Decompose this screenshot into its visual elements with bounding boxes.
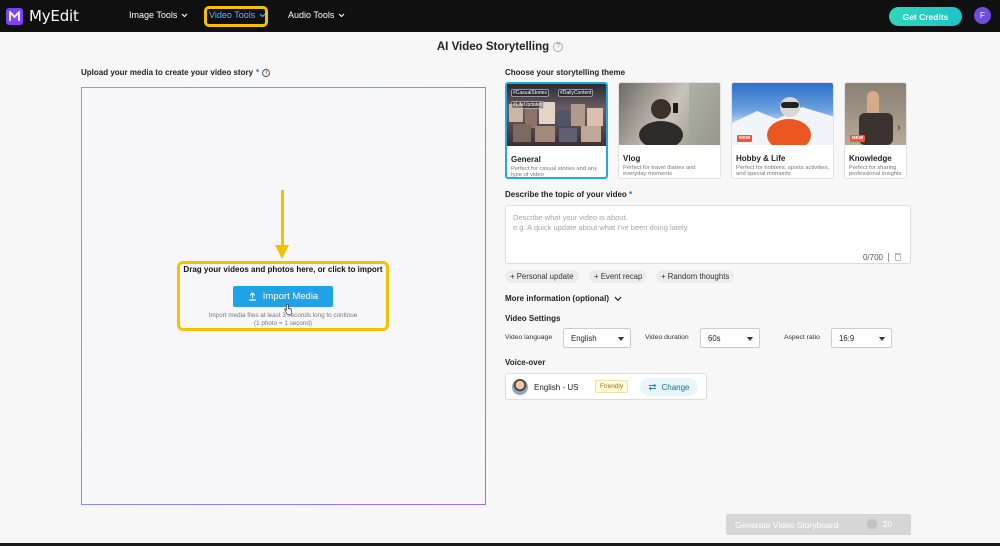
- video-language-label: Video language: [505, 334, 553, 341]
- vlog-photo: [639, 83, 720, 149]
- aspect-ratio-label: Aspect ratio: [784, 334, 820, 341]
- carousel-next-icon[interactable]: ›: [897, 122, 901, 134]
- nav-audio-tools[interactable]: Audio Tools: [288, 10, 345, 20]
- more-info-label: More information (optional): [505, 294, 609, 303]
- nav-audio-tools-label: Audio Tools: [288, 10, 335, 20]
- aspect-ratio-value: 16:9: [839, 333, 855, 343]
- theme-thumbnail-vlog: [619, 83, 720, 149]
- help-icon[interactable]: ?: [553, 41, 564, 52]
- theme-section-label: Choose your storytelling theme: [505, 68, 626, 77]
- annotation-arrow-shaft: [281, 190, 284, 248]
- required-mark: *: [256, 68, 260, 77]
- aspect-ratio-select[interactable]: 16:9: [831, 328, 892, 348]
- caret-down-icon: [879, 337, 885, 341]
- import-media-button[interactable]: Import Media: [233, 286, 333, 307]
- caret-down-icon: [747, 337, 753, 341]
- topic-section-label: Describe the topic of your video *: [505, 190, 632, 199]
- theme-tag: #CasualStories: [511, 89, 549, 97]
- chevron-down-icon: [338, 13, 345, 17]
- theme-description: Perfect for hobbies, sports activities, …: [736, 165, 830, 178]
- import-hint-line2: (1 photo = 1 second): [254, 320, 312, 327]
- brand-name: MyEdit: [29, 7, 79, 25]
- nav-image-tools[interactable]: Image Tools: [129, 10, 188, 20]
- theme-name: Hobby & Life: [736, 154, 786, 163]
- page-title-text: AI Video Storytelling: [436, 41, 550, 53]
- placeholder-line1: Describe what your video is about.: [513, 213, 628, 222]
- suggestion-chip-random-thoughts[interactable]: + Random thoughts: [656, 270, 735, 283]
- upload-icon: [248, 292, 256, 301]
- generate-label: Generate Video Storyboard: [735, 519, 839, 530]
- upload-label-text: Upload your media to create your video s…: [81, 68, 254, 77]
- swap-icon: [649, 383, 657, 391]
- import-hint-line1: Import media files at least 3 seconds lo…: [208, 312, 358, 319]
- required-mark: *: [629, 190, 633, 199]
- theme-tag: #DailyContent: [558, 89, 594, 97]
- video-duration-select[interactable]: 60s: [700, 328, 760, 348]
- voice-avatar: [512, 379, 528, 395]
- import-media-label: Import Media: [262, 291, 319, 302]
- suggestion-chip-event-recap[interactable]: + Event recap: [589, 270, 648, 283]
- hand-cursor-icon: [284, 304, 292, 315]
- theme-name: General: [511, 155, 541, 164]
- brand-logo[interactable]: MyEdit: [6, 7, 79, 25]
- video-language-select[interactable]: English: [563, 328, 631, 348]
- nav-image-tools-label: Image Tools: [129, 10, 178, 20]
- theme-card-hobby-life[interactable]: NEW Hobby & Life Perfect for hobbies, sp…: [731, 82, 834, 179]
- credit-coin-icon: [867, 519, 877, 529]
- placeholder-line2: e.g. A quick update about what I've been…: [513, 223, 690, 232]
- theme-thumbnail-hobby-life: NEW: [732, 83, 833, 151]
- page-title: AI Video Storytelling?: [0, 41, 1000, 53]
- theme-description: Perfect for sharing professional insight…: [849, 165, 902, 178]
- video-duration-label: Video duration: [645, 334, 689, 341]
- voice-name: English - US: [534, 383, 579, 392]
- theme-tag: #LifeUpdates: [511, 101, 545, 109]
- theme-description: Perfect for travel diaries and everyday …: [623, 165, 696, 178]
- get-credits-button[interactable]: Get Credits: [889, 7, 962, 26]
- new-badge: NEW: [850, 135, 866, 142]
- caret-down-icon: [618, 337, 624, 341]
- theme-card-general[interactable]: #CasualStories #DailyContent #LifeUpdate…: [505, 82, 608, 179]
- topic-textarea[interactable]: Describe what your video is about. e.g. …: [505, 205, 911, 264]
- chevron-down-icon: [181, 13, 188, 17]
- suggestion-chip-personal-update[interactable]: + Personal update: [505, 270, 579, 283]
- voice-over-card: English - US Friendly Change: [505, 373, 707, 400]
- annotation-highlight-video-tools: [204, 6, 268, 27]
- info-icon[interactable]: i: [262, 68, 271, 77]
- dropzone-instructions: Drag your videos and photos here, or cli…: [183, 265, 383, 274]
- more-information-toggle[interactable]: More information (optional): [505, 294, 622, 303]
- theme-thumbnail-knowledge: NEW: [845, 83, 906, 145]
- change-voice-label: Change: [661, 382, 690, 392]
- myedit-logo-icon: [6, 7, 23, 25]
- generate-storyboard-button[interactable]: Generate Video Storyboard 20: [726, 514, 911, 535]
- top-navigation-bar: MyEdit Image Tools Video Tools Audio Too…: [0, 0, 1000, 32]
- theme-description: Perfect for casual stories and any type …: [511, 166, 598, 179]
- chevron-down-icon: [614, 296, 622, 301]
- divider: [888, 253, 889, 262]
- voice-style-badge: Friendly: [595, 380, 629, 393]
- import-hint: Import media files at least 3 seconds lo…: [177, 312, 389, 328]
- theme-name: Knowledge: [849, 154, 892, 163]
- user-avatar[interactable]: F: [974, 7, 991, 24]
- trash-icon[interactable]: [895, 253, 901, 261]
- video-duration-value: 60s: [708, 333, 721, 343]
- upload-section-label: Upload your media to create your video s…: [81, 68, 271, 77]
- topic-placeholder: Describe what your video is about. e.g. …: [513, 213, 689, 233]
- new-badge: NEW: [737, 135, 753, 142]
- video-language-value: English: [571, 333, 597, 343]
- annotation-arrow-head: [275, 245, 289, 259]
- voice-over-label: Voice-over: [505, 358, 546, 367]
- theme-thumbnail-general: #CasualStories #DailyContent #LifeUpdate…: [507, 84, 606, 146]
- topic-label-text: Describe the topic of your video: [505, 190, 627, 199]
- theme-card-vlog[interactable]: Vlog Perfect for travel diaries and ever…: [618, 82, 721, 179]
- theme-name: Vlog: [623, 154, 641, 163]
- character-count: 0/700: [862, 253, 883, 262]
- credit-cost: 20: [883, 520, 892, 529]
- video-settings-label: Video Settings: [505, 314, 561, 323]
- change-voice-button[interactable]: Change: [640, 378, 698, 396]
